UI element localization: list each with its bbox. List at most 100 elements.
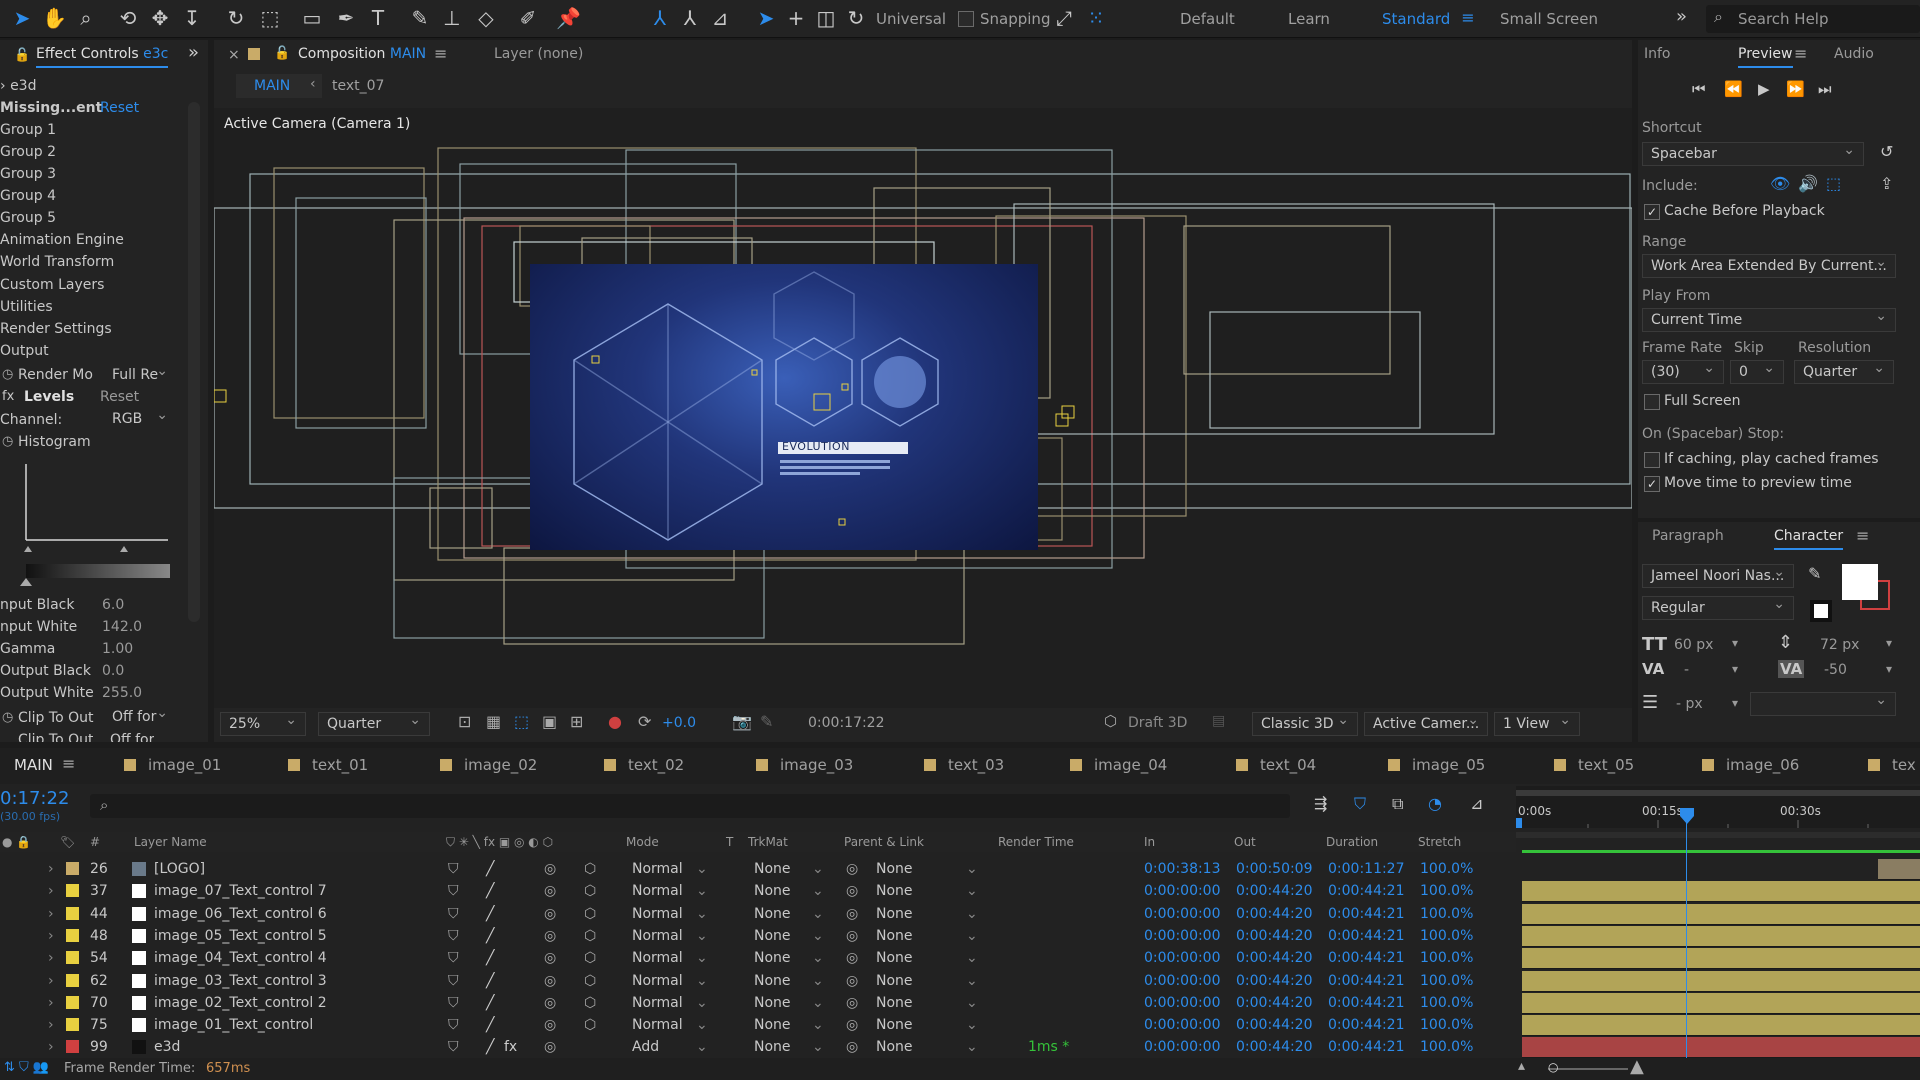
motion-blur-switch-icon[interactable]: ◎ [544,973,556,989]
full-screen-label[interactable]: Full Screen [1664,393,1741,409]
comp-tab[interactable]: tex [1868,756,1916,774]
blend-mode-chevron-icon[interactable]: ⌄ [696,883,708,899]
workspace-small-screen[interactable]: Small Screen [1500,10,1598,28]
motion-blur-switch-icon[interactable]: ◎ [544,950,556,966]
trkmat-chevron-icon[interactable]: ⌄ [812,950,824,966]
pan-behind-icon[interactable]: ⬚ [258,6,282,30]
preview-tab[interactable]: Preview [1738,46,1793,68]
trkmat-dropdown[interactable]: None [754,950,791,966]
magnification-dropdown[interactable]: 25% [220,712,306,736]
layer-label-color[interactable] [66,907,79,920]
expand-chevron-icon[interactable]: › [48,1039,54,1055]
pan-camera-icon[interactable]: ✥ [148,6,172,30]
stroke-dropdown-icon[interactable]: ▾ [1732,696,1738,710]
shy-switch-icon[interactable]: ⛉ [448,1017,459,1033]
view-layout-dropdown[interactable]: 1 View [1494,712,1580,736]
preview-menu-icon[interactable]: ≡ [1794,44,1807,63]
fx-row[interactable]: Utilities [0,299,53,319]
blend-mode-dropdown[interactable]: Normal [632,995,683,1011]
roto-brush-icon[interactable]: ✐ [516,6,540,30]
panel-overflow-icon[interactable]: » [188,42,199,63]
trkmat-chevron-icon[interactable]: ⌄ [812,861,824,877]
leading-dropdown-icon[interactable]: ▾ [1886,636,1892,650]
zoom-tool-icon[interactable]: ⌕ [74,6,98,30]
3d-layer-switch-icon[interactable]: ⬡ [584,973,596,989]
parent-dropdown[interactable]: None [876,906,913,922]
play-icon[interactable]: ▶ [1758,80,1770,98]
blend-mode-chevron-icon[interactable]: ⌄ [696,928,708,944]
layer-tab[interactable]: Layer (none) [494,46,583,62]
trkmat-dropdown[interactable]: None [754,928,791,944]
out-point[interactable]: 0:00:44:20 [1236,928,1313,944]
trkmat-chevron-icon[interactable]: ⌄ [812,1039,824,1055]
pen-tool-icon[interactable]: ✒ [334,6,358,30]
param-value[interactable]: 6.0 [102,597,124,613]
resolution-dropdown[interactable]: Quarter [318,712,430,736]
duration[interactable]: 0:00:44:21 [1328,973,1405,989]
layer-search-input[interactable]: ⌕ [90,794,1290,818]
in-point[interactable]: 0:00:00:00 [1144,883,1221,899]
stretch[interactable]: 100.0% [1420,1039,1473,1055]
workspace-default[interactable]: Default [1180,10,1235,28]
layer-duration-bar[interactable] [1522,1037,1920,1058]
pickwhip-icon[interactable]: ◎ [846,883,858,899]
main-timeline-tab[interactable]: MAIN [14,756,53,774]
tracking-value[interactable]: -50 [1824,662,1847,678]
layer-name[interactable]: e3d [154,1039,180,1055]
kerning-dropdown-icon[interactable]: ▾ [1732,662,1738,676]
output-black-slider-icon[interactable] [18,578,38,588]
layer-label-color[interactable] [66,862,79,875]
out-point[interactable]: 0:00:44:20 [1236,1017,1313,1033]
scale-3d-icon[interactable]: ◫ [814,6,838,30]
rectangle-tool-icon[interactable]: ▭ [300,6,324,30]
layer-name[interactable]: image_05_Text_control 5 [154,928,327,944]
trkmat-dropdown[interactable]: None [754,906,791,922]
motion-blur-switch-icon[interactable]: ◎ [544,1039,556,1055]
parent-chevron-icon[interactable]: ⌄ [966,973,978,989]
quality-switch-icon[interactable]: ╱ [486,1017,494,1033]
blend-mode-chevron-icon[interactable]: ⌄ [696,973,708,989]
parent-dropdown[interactable]: None [876,995,913,1011]
include-video-icon[interactable]: 👁 [1770,174,1790,193]
draft-3d-label[interactable]: Draft 3D [1128,715,1187,731]
3d-layer-switch-icon[interactable]: ⬡ [584,906,596,922]
quality-switch-icon[interactable]: ╱ [486,861,494,877]
reset-exposure-icon[interactable]: ⟳ [638,712,651,731]
lock-icon[interactable]: 🔓 [14,48,30,63]
blend-mode-chevron-icon[interactable]: ⌄ [696,861,708,877]
info-tab[interactable]: Info [1644,46,1671,62]
status-icons[interactable]: ⇅ ⛉ 👥 [4,1060,49,1075]
workspace-standard[interactable]: Standard [1382,10,1450,28]
hand-tool-icon[interactable]: ✋ [42,6,67,30]
orbit-camera-icon[interactable]: ⟲ [116,6,140,30]
parent-dropdown[interactable]: None [876,973,913,989]
duration[interactable]: 0:00:44:21 [1328,1039,1405,1055]
fx-switch-icon[interactable]: fx [504,1039,517,1055]
viewer-timecode[interactable]: 0:00:17:22 [808,715,885,731]
shy-switch-icon[interactable]: ⛉ [448,861,459,877]
blend-mode-dropdown[interactable]: Normal [632,883,683,899]
stretch[interactable]: 100.0% [1420,1017,1473,1033]
blend-mode-chevron-icon[interactable]: ⌄ [696,950,708,966]
snap-grid-icon[interactable]: ⁙ [1084,6,1108,30]
levels-reset-link[interactable]: Reset [100,389,139,405]
expand-chevron-icon[interactable]: › [48,906,54,922]
output-gradient-bar[interactable] [26,564,170,578]
character-tab[interactable]: Character [1774,528,1844,550]
trkmat-chevron-icon[interactable]: ⌄ [812,883,824,899]
eraser-tool-icon[interactable]: ◇ [474,6,498,30]
search-help-input[interactable]: Search Help [1738,10,1829,28]
trkmat-dropdown[interactable]: None [754,883,791,899]
clip-stopwatch-icon[interactable]: ◷ [2,710,13,725]
comp-tab[interactable]: text_02 [604,756,684,774]
selection-tool-icon[interactable]: ➤ [10,6,34,30]
clone-stamp-icon[interactable]: ⊥ [440,6,464,30]
brush-tool-icon[interactable]: ✎ [408,6,432,30]
parent-dropdown[interactable]: None [876,883,913,899]
out-point[interactable]: 0:00:44:20 [1236,1039,1313,1055]
paragraph-tab[interactable]: Paragraph [1652,528,1724,544]
stroke-style-dropdown[interactable] [1750,692,1896,716]
type-tool-icon[interactable]: T [366,6,390,30]
pickwhip-icon[interactable]: ◎ [846,973,858,989]
stretch[interactable]: 100.0% [1420,995,1473,1011]
